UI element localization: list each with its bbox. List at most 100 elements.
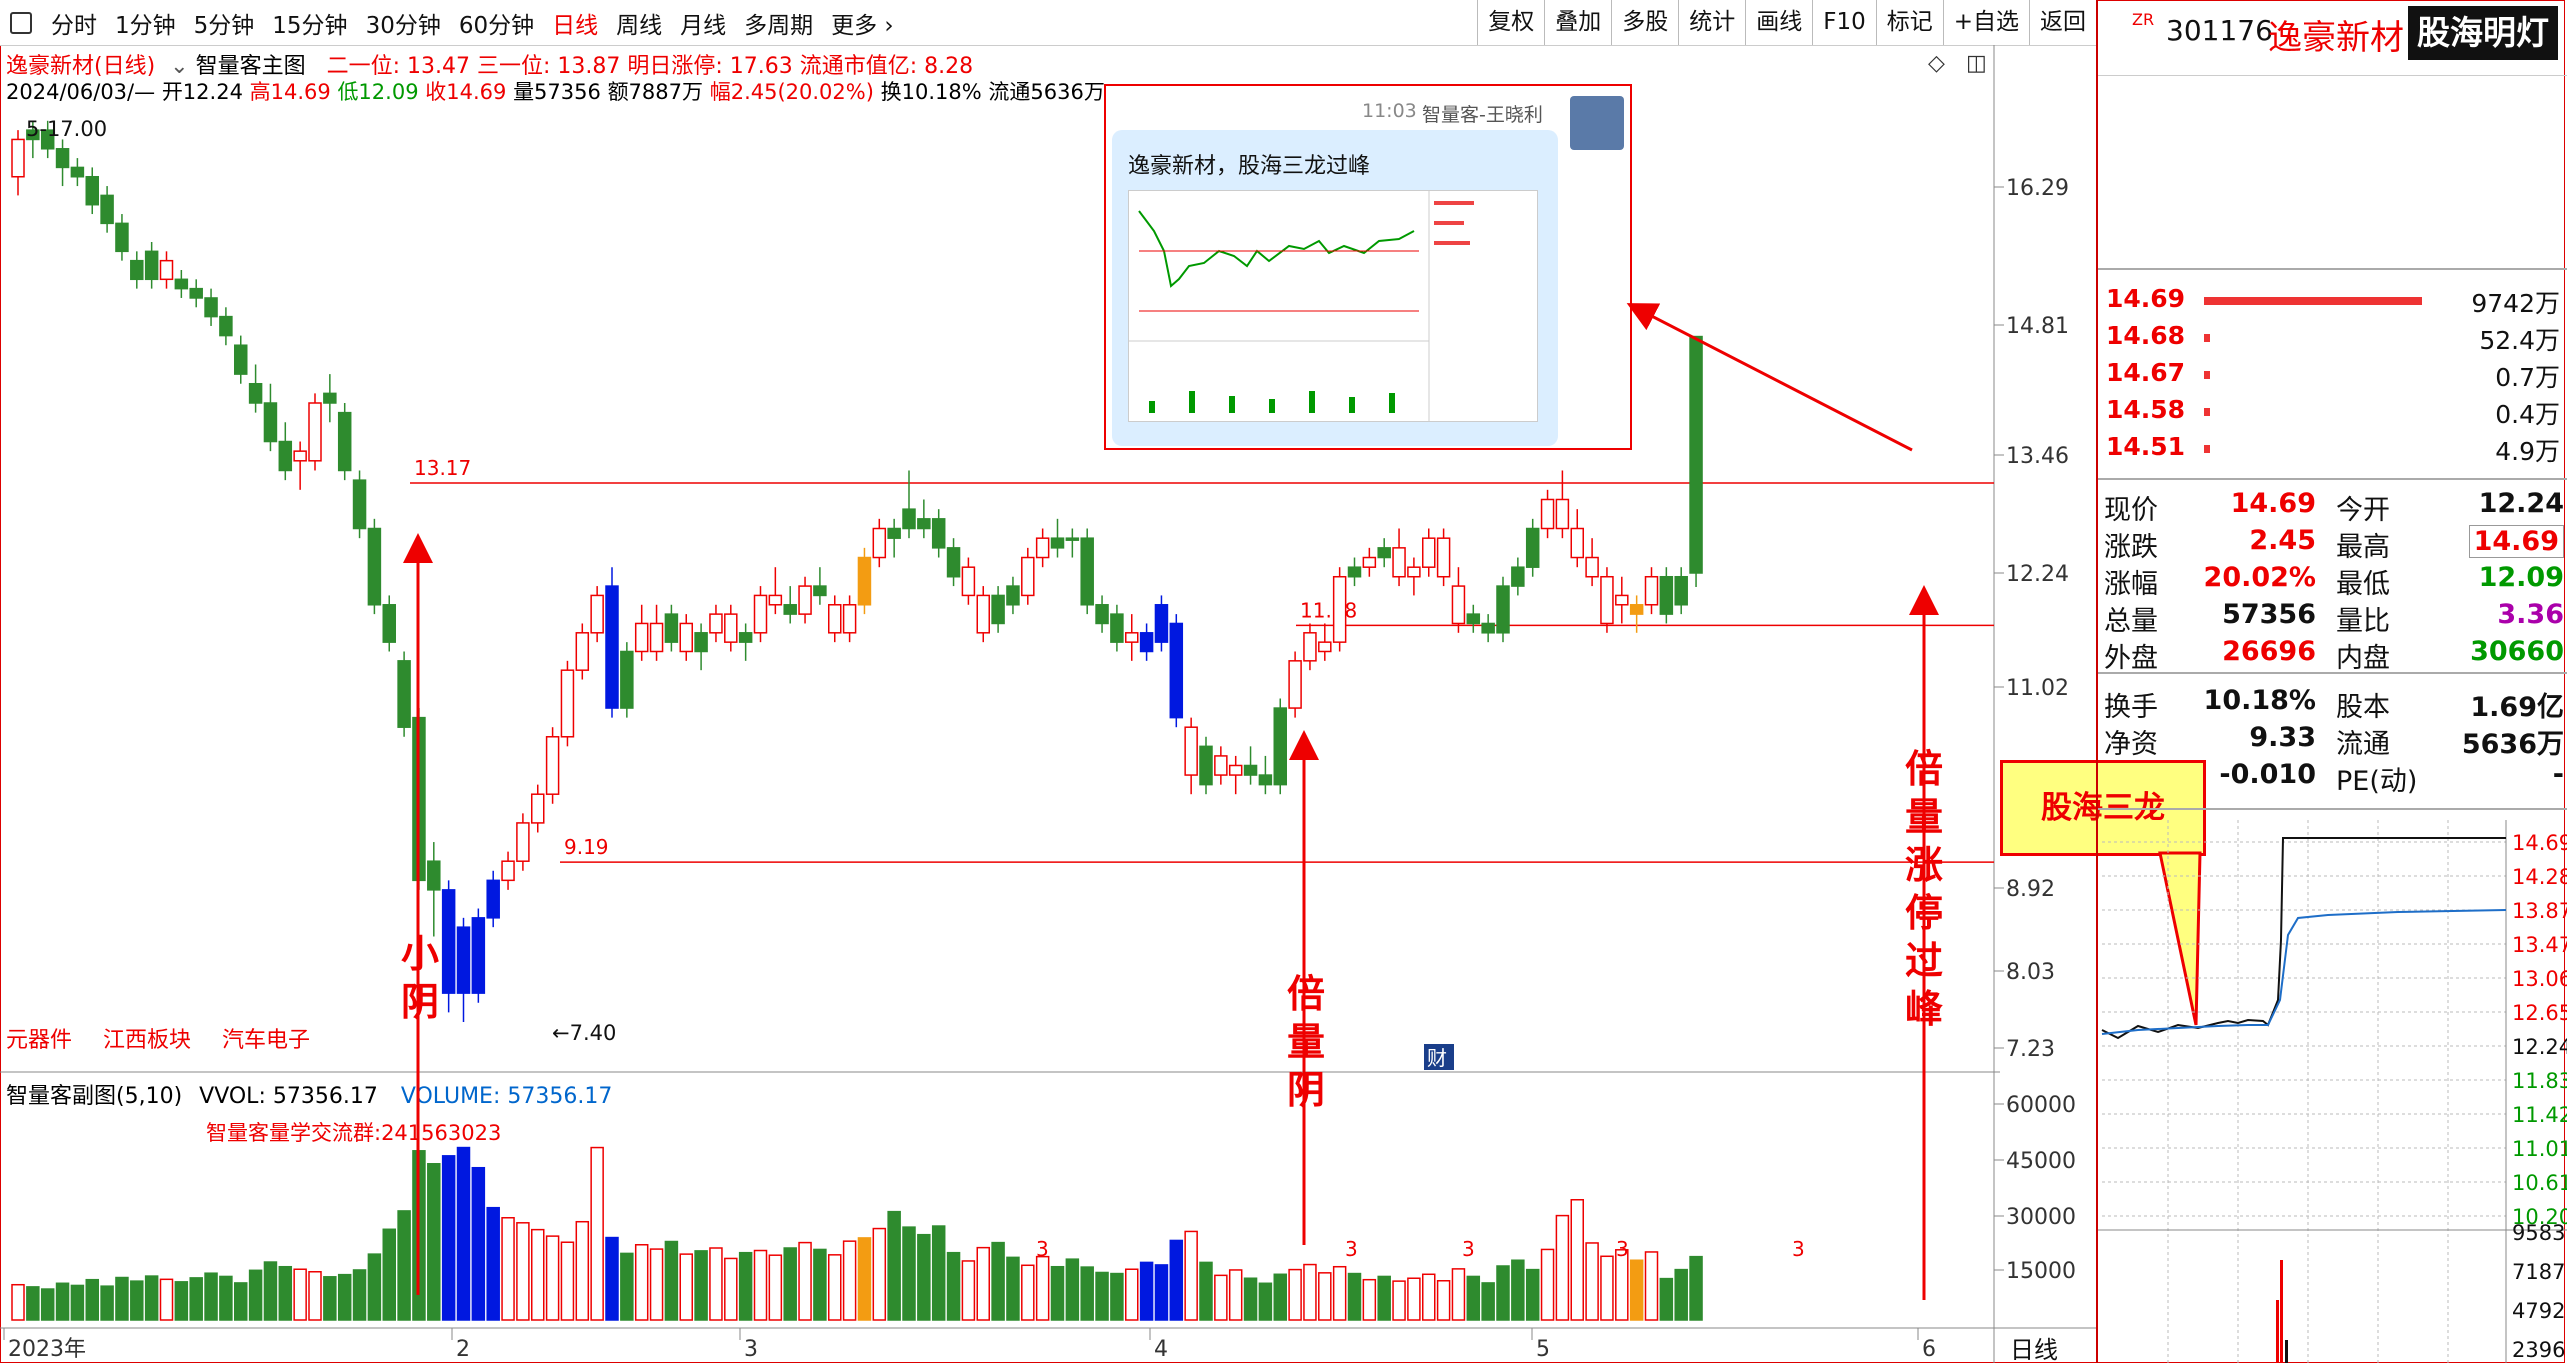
quote-value: 20.02%: [2203, 562, 2316, 593]
sector-tag[interactable]: 元器件: [6, 1028, 72, 1053]
chat-message: 逸豪新材，股海三龙过峰: [1128, 154, 1371, 179]
quote-row: -0.010 PE(动) -: [2098, 759, 2567, 797]
mini-tick-label: 13.06: [2512, 967, 2567, 991]
layout-toggle-icon[interactable]: [10, 11, 32, 34]
mini-vol-tick: 4792: [2512, 1299, 2565, 1323]
mini-tick-label: 12.65: [2512, 1001, 2567, 1025]
mini-vol-tick: 7187: [2512, 1260, 2565, 1284]
orderbook-price: 14.67: [2106, 358, 2186, 387]
period-tabs: 分时 1分钟 5分钟 15分钟 30分钟 60分钟 日线 周线 月线 多周期 更多 ›: [42, 6, 903, 40]
quote-value: 1.69亿: [2470, 692, 2564, 723]
mini-vol-bar: [2285, 1340, 2288, 1363]
orderbook-price: 14.69: [2106, 284, 2186, 313]
mini-tick-label: 10.61: [2512, 1171, 2567, 1195]
period-label[interactable]: 日线: [2010, 1330, 2058, 1365]
quote-row: 换手 10.18% 股本 1.69亿: [2098, 685, 2567, 723]
orderbook-volume: 0.7万: [2495, 363, 2560, 392]
quote-label: 股本: [2336, 692, 2390, 723]
period-tab[interactable]: 月线: [671, 6, 735, 40]
quote-label: 量比: [2336, 606, 2390, 637]
quote-value: -0.010: [2219, 759, 2316, 790]
mini-vol-tick: 2396: [2512, 1338, 2565, 1362]
quote-row: 净资 9.33 流通 5636万: [2098, 722, 2567, 760]
intraday-mini-chart[interactable]: 14.69 14.28 13.87 13.47 13.06 12.65 12.24 11.83…: [2098, 820, 2567, 1363]
period-tab[interactable]: 周线: [607, 6, 671, 40]
quote-value: 26696: [2222, 636, 2316, 667]
mini-tick-label: 11.01: [2512, 1137, 2567, 1161]
quote-panel: ZR 301176 逸豪新材 股海明灯 14.69 9742万 14.68 52.…: [2096, 0, 2567, 1363]
period-tab[interactable]: 15分钟: [263, 6, 356, 40]
volume-total-value: VOLUME: 57356.17: [400, 1084, 613, 1109]
quote-value: 3.36: [2497, 599, 2564, 630]
orderbook-row: 14.51 4.9万: [2098, 432, 2567, 468]
mini-tick-label: 13.47: [2512, 933, 2567, 957]
period-tab[interactable]: 30分钟: [357, 6, 450, 40]
quote-value: 12.09: [2478, 562, 2564, 593]
period-tab[interactable]: 更多 ›: [822, 6, 903, 40]
quote-value: 57356: [2222, 599, 2316, 630]
quote-label: 涨幅: [2104, 569, 2158, 600]
period-tab[interactable]: 5分钟: [185, 6, 264, 40]
quote-label: 换手: [2104, 692, 2158, 723]
thumbnail-chart: [1129, 191, 1474, 421]
orderbook-row: 14.67 0.7万: [2098, 358, 2567, 394]
orderbook-bar: [2204, 371, 2210, 379]
quote-label: 今开: [2336, 495, 2390, 526]
period-tab[interactable]: 分时: [42, 6, 106, 40]
quote-row: 涨跌 2.45 最高 14.69: [2098, 525, 2567, 563]
high-value: 高14.69: [249, 80, 331, 104]
annotation-small-yin: 小阴: [400, 932, 439, 1024]
orderbook-row: 14.69 9742万: [2098, 284, 2567, 320]
toolbar-button[interactable]: 返回: [2029, 0, 2096, 45]
period-tab[interactable]: 日线: [543, 6, 607, 40]
toolbar-button[interactable]: 叠加: [1544, 0, 1611, 45]
quote-label: 最低: [2336, 569, 2390, 600]
period-tab[interactable]: 多周期: [735, 6, 822, 40]
quote-value: 10.18%: [2203, 685, 2316, 716]
toolbar-button[interactable]: 复权: [1477, 0, 1544, 45]
quote-value: 12.24: [2478, 488, 2564, 519]
close-value: 收14.69: [425, 80, 507, 104]
volume-indicator-name[interactable]: 智量客副图(5,10): [6, 1084, 182, 1109]
toolbar-button[interactable]: 多股: [1611, 0, 1678, 45]
period-tab[interactable]: 60分钟: [450, 6, 543, 40]
mini-avg-line: [2101, 909, 2507, 1035]
toolbar-button[interactable]: 标记: [1875, 0, 1943, 45]
mini-tick-label: 11.42: [2512, 1103, 2567, 1127]
mini-tick-label: 11.83: [2512, 1069, 2567, 1093]
sector-tag[interactable]: 汽车电子: [222, 1028, 310, 1053]
divider: [2098, 478, 2567, 480]
quote-value: 14.69: [2468, 525, 2564, 558]
orderbook-price: 14.68: [2106, 321, 2186, 350]
right-tools: 复权 叠加 多股 统计 画线 F10 标记 +自选 返回: [1477, 0, 2096, 45]
brand-logo: 股海明灯: [2408, 6, 2558, 60]
orderbook-bar: [2204, 408, 2210, 416]
chat-author: 智量客-王晓利: [1422, 104, 1543, 126]
quote-row: 涨幅 20.02% 最低 12.09: [2098, 562, 2567, 600]
sector-tag[interactable]: 江西板块: [103, 1028, 191, 1053]
volume-header: 智量客副图(5,10) VVOL: 57356.17 VOLUME: 57356…: [6, 1078, 612, 1110]
orderbook-volume: 52.4万: [2479, 326, 2560, 355]
annotation-limit-up: 倍量涨停过峰: [1904, 747, 1943, 1031]
open-value: 开12.24: [161, 80, 243, 104]
chart-thumbnail[interactable]: [1128, 190, 1538, 422]
orderbook-price: 14.51: [2106, 432, 2186, 461]
mini-price-line: [2101, 837, 2506, 1040]
toolbar-button[interactable]: 画线: [1745, 0, 1812, 45]
mini-tick-label: 13.87: [2512, 899, 2567, 923]
period-tab[interactable]: 1分钟: [106, 6, 185, 40]
divider: [2098, 808, 2567, 810]
toolbar-button[interactable]: F10: [1812, 0, 1876, 45]
period-toolbar: 分时 1分钟 5分钟 15分钟 30分钟 60分钟 日线 周线 月线 多周期 更多 › 复权 叠加 多股…: [0, 0, 2096, 46]
toolbar-button[interactable]: +自选: [1942, 0, 2029, 45]
vvol-value: VVOL: 57356.17: [199, 1084, 378, 1109]
quote-label: 净资: [2104, 729, 2158, 760]
orderbook-bar: [2204, 297, 2422, 305]
mini-tick-label: 14.28: [2512, 865, 2567, 889]
group-note: 智量客量学交流群:241563023: [206, 1121, 502, 1145]
orderbook-row: 14.68 52.4万: [2098, 321, 2567, 357]
orderbook-row: 14.58 0.4万: [2098, 395, 2567, 431]
stock-code: 301176: [2166, 14, 2273, 47]
toolbar-button[interactable]: 统计: [1678, 0, 1745, 45]
chat-time: 11:03: [1362, 100, 1417, 122]
